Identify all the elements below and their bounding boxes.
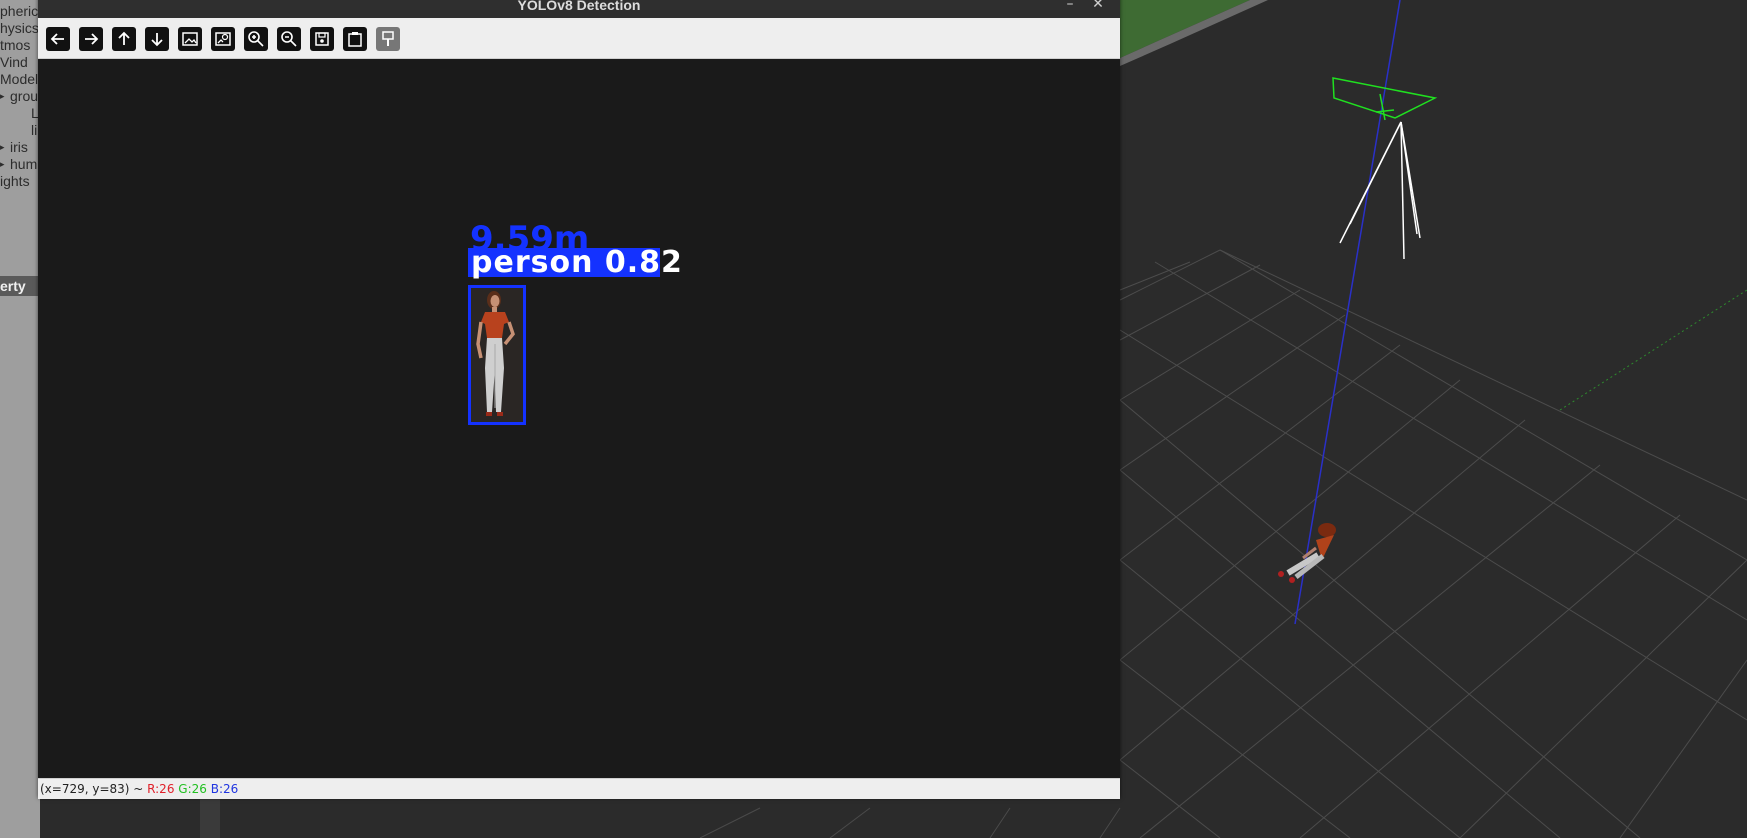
save-icon[interactable]	[310, 27, 334, 51]
arrow-right-icon[interactable]	[79, 27, 103, 51]
image-toolbar	[38, 18, 1120, 59]
cursor-coordinates: (x=729, y=83) ~	[40, 782, 148, 796]
pixel-red-value: R:26	[147, 782, 175, 796]
tree-item-human[interactable]: hum	[10, 156, 37, 172]
tree-item-atmosphere[interactable]: tmos	[0, 37, 30, 53]
tree-item-wind[interactable]: Vind	[0, 54, 28, 70]
minimize-icon[interactable]: –	[1060, 0, 1080, 16]
image-canvas[interactable]: 9.59m person 0.82	[38, 59, 1120, 777]
yolo-detection-window: YOLOv8 Detection – ✕ 9.59m person 0.82 (…	[38, 0, 1120, 799]
tree-item-ground[interactable]: grou	[10, 88, 38, 104]
arrow-left-icon[interactable]	[46, 27, 70, 51]
gazebo-world-panel: pheric hysics tmos Vind Models ▸ grou L …	[0, 0, 40, 838]
tree-item-models[interactable]: Models	[0, 71, 40, 87]
detection-class-confidence: person 0.82	[471, 245, 683, 280]
zoom-in-icon[interactable]	[244, 27, 268, 51]
arrow-down-icon[interactable]	[145, 27, 169, 51]
tree-item-lights[interactable]: ights	[0, 173, 30, 189]
tree-item-link2[interactable]: li	[31, 122, 37, 138]
property-header: erty	[0, 276, 40, 296]
pixel-blue-value: B:26	[210, 782, 239, 796]
status-bar: (x=729, y=83) ~ R:26 G:26 B:26	[38, 778, 1120, 799]
expand-arrow-icon[interactable]: ▸	[0, 92, 5, 102]
expand-arrow-icon[interactable]: ▸	[0, 143, 5, 153]
window-title: YOLOv8 Detection	[517, 0, 641, 13]
expand-arrow-icon[interactable]: ▸	[0, 160, 5, 170]
close-icon[interactable]: ✕	[1088, 0, 1108, 16]
window-titlebar[interactable]: YOLOv8 Detection – ✕	[38, 0, 1120, 18]
zoom-out-icon[interactable]	[277, 27, 301, 51]
image-zoom-icon[interactable]	[211, 27, 235, 51]
arrow-up-icon[interactable]	[112, 27, 136, 51]
pixel-green-value: G:26	[178, 782, 207, 796]
tree-item-iris[interactable]: iris	[10, 139, 28, 155]
clipboard-icon[interactable]	[343, 27, 367, 51]
tree-item-physics[interactable]: hysics	[0, 20, 39, 36]
detection-bounding-box	[468, 285, 526, 425]
image-icon[interactable]	[178, 27, 202, 51]
brush-icon[interactable]	[376, 27, 400, 51]
tree-item-spherical[interactable]: pheric	[0, 3, 38, 19]
